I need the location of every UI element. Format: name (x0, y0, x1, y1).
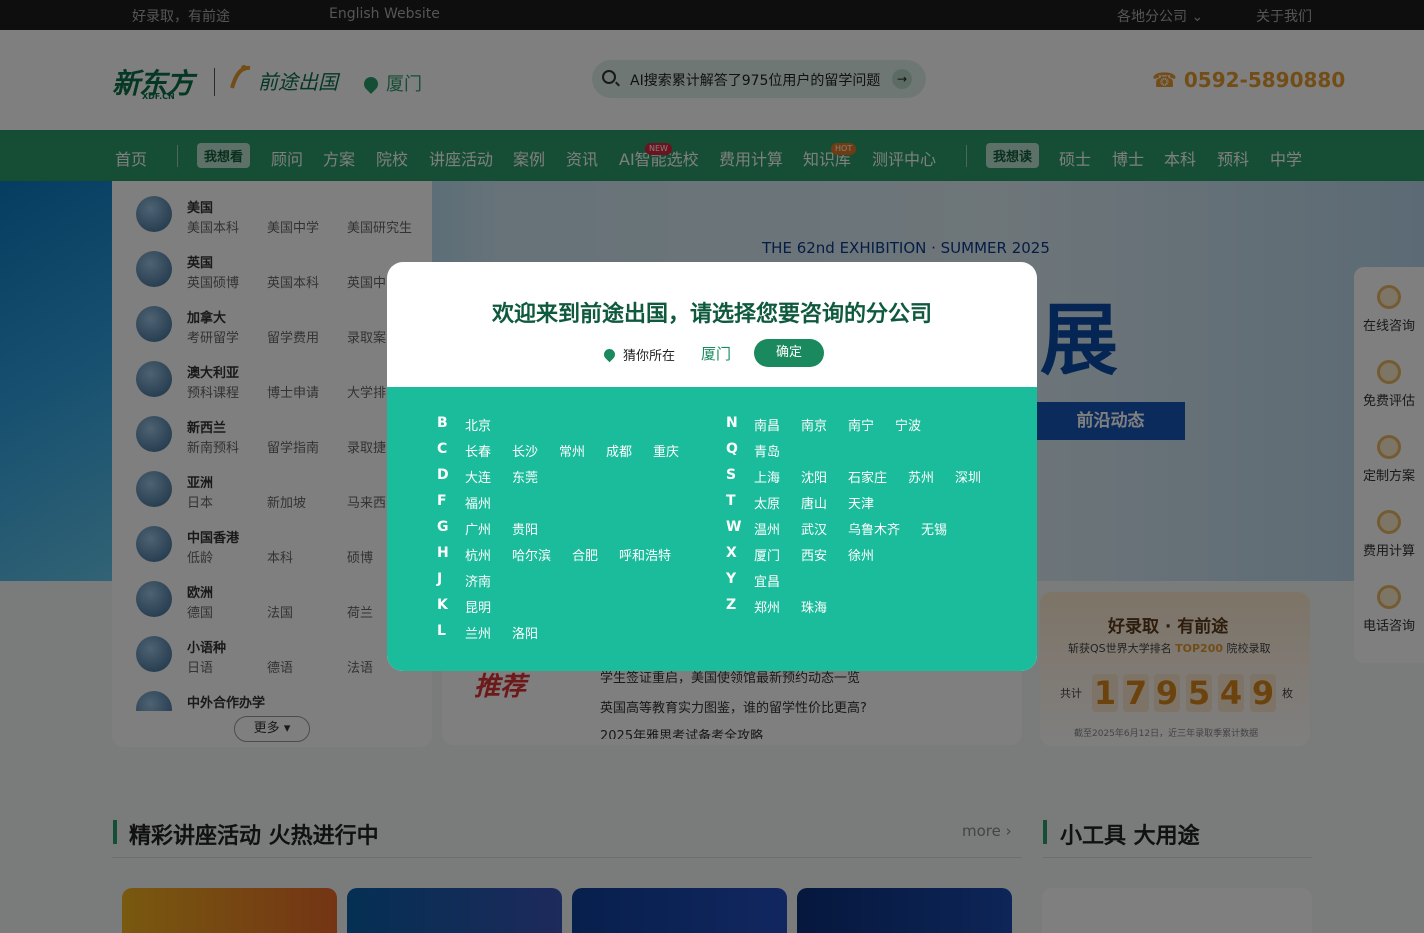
group-letter: N (726, 415, 738, 431)
city-list-panel: B 北京 C 长春 长沙 常州 成都 重庆 D 大连 东莞 F 福州 G 广州 贵阳 H 杭州 哈尔滨 合肥 呼和浩特 J… (387, 387, 1037, 671)
group-letter: X (726, 545, 737, 561)
city-option[interactable]: 北京 (465, 415, 491, 434)
letter-group: B 北京 (437, 415, 717, 435)
city-option[interactable]: 贵阳 (512, 519, 538, 538)
city-option[interactable]: 乌鲁木齐 (848, 519, 900, 538)
city-option[interactable]: 呼和浩特 (619, 545, 671, 564)
city-option[interactable]: 成都 (606, 441, 632, 460)
city-option[interactable]: 南京 (801, 415, 827, 434)
guess-location: 猜你所在 (601, 345, 676, 364)
letter-group: N 南昌 南京 南宁 宁波 (726, 415, 1006, 435)
group-letter: G (437, 519, 449, 535)
letter-group: K 昆明 (437, 597, 717, 617)
letter-group: F 福州 (437, 493, 717, 513)
group-letter: B (437, 415, 448, 431)
city-option[interactable]: 天津 (848, 493, 874, 512)
letter-group: Y 宜昌 (726, 571, 1006, 591)
city-option[interactable]: 长沙 (512, 441, 538, 460)
city-option[interactable]: 徐州 (848, 545, 874, 564)
group-letter: Y (726, 571, 737, 587)
city-option[interactable]: 重庆 (653, 441, 679, 460)
city-option[interactable]: 大连 (465, 467, 491, 486)
city-option[interactable]: 东莞 (512, 467, 538, 486)
group-letter: C (437, 441, 448, 457)
city-option[interactable]: 厦门 (754, 545, 780, 564)
letter-group: W 温州 武汉 乌鲁木齐 无锡 (726, 519, 1006, 539)
modal-title: 欢迎来到前途出国，请选择您要咨询的分公司 (491, 302, 932, 327)
group-letter: F (437, 493, 447, 509)
group-letter: H (437, 545, 449, 561)
city-option[interactable]: 合肥 (572, 545, 598, 564)
group-letter: Z (726, 597, 737, 613)
letter-group: D 大连 东莞 (437, 467, 717, 487)
group-letter: K (437, 597, 448, 613)
city-option[interactable]: 长春 (465, 441, 491, 460)
group-letter: J (437, 571, 443, 587)
confirm-button[interactable]: 确定 (754, 339, 824, 367)
city-option[interactable]: 郑州 (754, 597, 780, 616)
letter-group: Z 郑州 珠海 (726, 597, 1006, 617)
letter-group: C 长春 长沙 常州 成都 重庆 (437, 441, 717, 461)
city-option[interactable]: 温州 (754, 519, 780, 538)
city-option[interactable]: 珠海 (801, 597, 827, 616)
city-option[interactable]: 深圳 (955, 467, 981, 486)
city-option[interactable]: 福州 (465, 493, 491, 512)
city-option[interactable]: 沈阳 (801, 467, 827, 486)
letter-group: L 兰州 洛阳 (437, 623, 717, 643)
city-option[interactable]: 南昌 (754, 415, 780, 434)
letter-group: H 杭州 哈尔滨 合肥 呼和浩特 (437, 545, 717, 565)
city-option[interactable]: 西安 (801, 545, 827, 564)
city-option[interactable]: 无锡 (921, 519, 947, 538)
group-letter: T (726, 493, 736, 509)
city-option[interactable]: 常州 (559, 441, 585, 460)
city-option[interactable]: 济南 (465, 571, 491, 590)
city-option[interactable]: 洛阳 (512, 623, 538, 642)
city-option[interactable]: 青岛 (754, 441, 780, 460)
branch-select-modal: 欢迎来到前途出国，请选择您要咨询的分公司 猜你所在 厦门 确定 B 北京 C 长春 长沙… (387, 262, 1037, 671)
guess-label: 猜你所在 (623, 349, 676, 364)
group-letter: D (437, 467, 449, 483)
letter-group: G 广州 贵阳 (437, 519, 717, 539)
city-option[interactable]: 唐山 (801, 493, 827, 512)
city-option[interactable]: 杭州 (465, 545, 491, 564)
guess-city[interactable]: 厦门 (701, 343, 731, 364)
city-option[interactable]: 上海 (754, 467, 780, 486)
group-letter: Q (726, 441, 738, 457)
letter-group: X 厦门 西安 徐州 (726, 545, 1006, 565)
location-pin-icon (601, 346, 618, 363)
city-option[interactable]: 南宁 (848, 415, 874, 434)
city-option[interactable]: 宁波 (895, 415, 921, 434)
group-letter: L (437, 623, 446, 639)
city-option[interactable]: 广州 (465, 519, 491, 538)
city-option[interactable]: 石家庄 (848, 467, 887, 486)
city-option[interactable]: 苏州 (908, 467, 934, 486)
city-option[interactable]: 太原 (754, 493, 780, 512)
city-option[interactable]: 昆明 (465, 597, 491, 616)
letter-group: J 济南 (437, 571, 717, 591)
group-letter: W (726, 519, 742, 535)
letter-group: Q 青岛 (726, 441, 1006, 461)
group-letter: S (726, 467, 737, 483)
city-option[interactable]: 哈尔滨 (512, 545, 551, 564)
letter-group: T 太原 唐山 天津 (726, 493, 1006, 513)
city-option[interactable]: 兰州 (465, 623, 491, 642)
letter-group: S 上海 沈阳 石家庄 苏州 深圳 (726, 467, 1006, 487)
city-option[interactable]: 宜昌 (754, 571, 780, 590)
city-option[interactable]: 武汉 (801, 519, 827, 538)
